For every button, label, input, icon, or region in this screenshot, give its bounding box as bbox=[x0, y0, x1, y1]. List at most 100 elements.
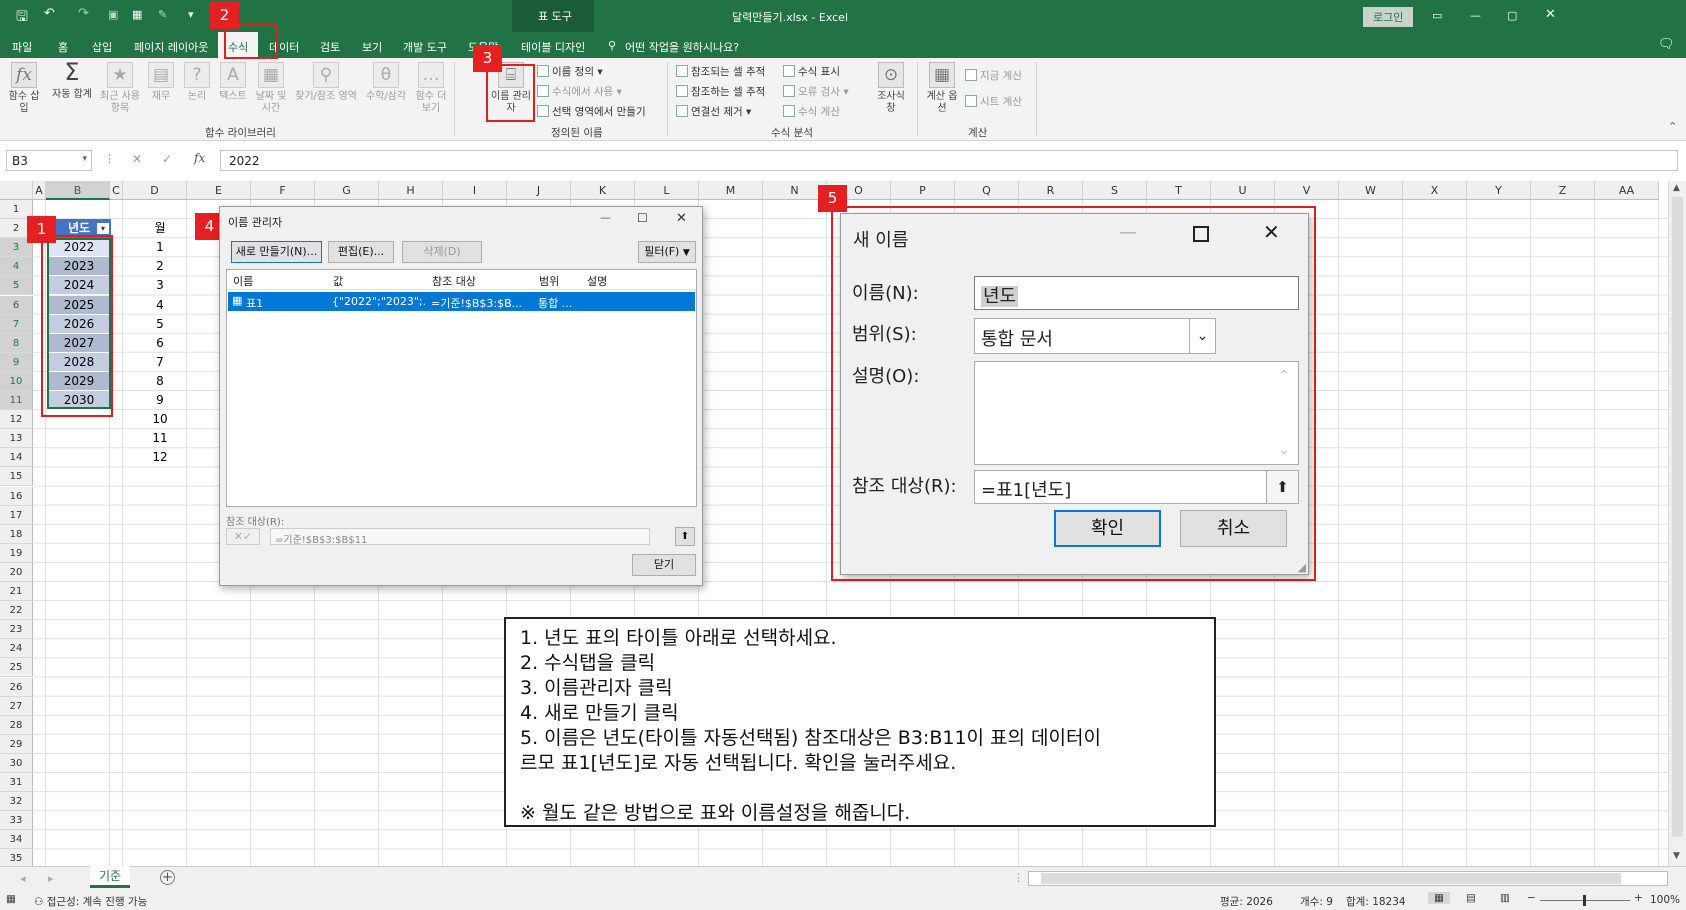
vertical-scrollbar[interactable]: ▲ ▼ bbox=[1668, 181, 1686, 866]
row-header[interactable]: 8 bbox=[0, 333, 33, 353]
column-header[interactable]: F bbox=[251, 181, 315, 200]
row-header[interactable]: 28 bbox=[0, 715, 33, 735]
row-header[interactable]: 29 bbox=[0, 734, 33, 754]
row-header[interactable]: 33 bbox=[0, 811, 33, 831]
column-header[interactable]: G bbox=[315, 181, 379, 200]
column-header[interactable]: V bbox=[1275, 181, 1339, 200]
accessibility-status[interactable]: ⚇ 접근성: 계속 진행 가능 bbox=[34, 894, 147, 909]
month-cell[interactable]: 11 bbox=[136, 429, 184, 448]
row-header[interactable]: 20 bbox=[0, 562, 33, 582]
scroll-down-icon[interactable]: ▼ bbox=[1673, 851, 1680, 861]
col-comment[interactable]: 설명 bbox=[587, 273, 607, 289]
month-cell[interactable]: 8 bbox=[136, 372, 184, 391]
tab-home[interactable]: 홈 bbox=[58, 39, 68, 55]
confirm-entry-icon[interactable]: ✓ bbox=[162, 152, 172, 166]
table-icon[interactable]: ▦ bbox=[132, 8, 142, 21]
name-row-selected[interactable]: ▦ 표1 {"2022";"2023";... =기준!$B$3:$B... 통… bbox=[228, 292, 695, 311]
macro-icon[interactable]: ▦ bbox=[6, 893, 16, 905]
month-cell[interactable]: 9 bbox=[136, 391, 184, 410]
edit-name-button[interactable]: 편집(E)... bbox=[328, 241, 394, 263]
row-header[interactable]: 11 bbox=[0, 391, 33, 411]
row-header[interactable]: 27 bbox=[0, 696, 33, 716]
column-header[interactable]: P bbox=[891, 181, 955, 200]
show-formulas-button[interactable]: 수식 표시 bbox=[783, 64, 840, 79]
create-from-selection-button[interactable]: 선택 영역에서 만들기 bbox=[537, 104, 646, 119]
trace-precedents-button[interactable]: 참조되는 셀 추적 bbox=[676, 64, 765, 79]
month-cell[interactable]: 1 bbox=[136, 238, 184, 257]
column-header[interactable]: A bbox=[33, 181, 46, 200]
refers-to-input[interactable]: =기준!$B$3:$B$11 bbox=[270, 528, 650, 546]
watch-window-button[interactable]: ⊙ 조사식 창 bbox=[874, 62, 908, 115]
scroll-right-icon[interactable]: ▸ bbox=[48, 872, 54, 885]
page-layout-view-icon[interactable]: ▤ bbox=[1466, 892, 1476, 904]
select-all-corner[interactable] bbox=[0, 181, 33, 200]
column-header[interactable]: M bbox=[699, 181, 763, 200]
save-icon[interactable]: 🖫 bbox=[16, 6, 28, 30]
col-value[interactable]: 값 bbox=[333, 273, 343, 289]
zoom-in-icon[interactable]: + bbox=[1634, 892, 1643, 904]
new-name-button[interactable]: 새로 만들기(N)... bbox=[231, 241, 322, 263]
row-header[interactable]: 26 bbox=[0, 677, 33, 697]
name-input[interactable]: 년도 bbox=[974, 276, 1299, 310]
row-header[interactable]: 22 bbox=[0, 601, 33, 621]
column-header[interactable]: D bbox=[123, 181, 187, 200]
customize-qat-icon[interactable]: ▾ bbox=[188, 8, 194, 21]
tab-table-design[interactable]: 테이블 디자인 bbox=[521, 39, 585, 55]
minimize-icon[interactable]: — bbox=[600, 211, 611, 224]
insert-function-button[interactable]: fx 함수 삽입 bbox=[6, 62, 42, 115]
close-window-icon[interactable]: ✕ bbox=[1545, 7, 1556, 22]
close-dialog-icon[interactable]: ✕ bbox=[1263, 220, 1280, 244]
trace-dependents-button[interactable]: 참조하는 셀 추적 bbox=[676, 84, 765, 99]
add-sheet-icon[interactable]: + bbox=[160, 870, 175, 885]
month-cell[interactable]: 4 bbox=[136, 296, 184, 315]
month-cell[interactable]: 12 bbox=[136, 448, 184, 467]
calc-sheet-button[interactable]: 시트 계산 bbox=[965, 94, 1022, 109]
close-dialog-icon[interactable]: ✕ bbox=[676, 211, 687, 226]
col-refers-to[interactable]: 참조 대상 bbox=[432, 273, 476, 289]
column-header[interactable]: W bbox=[1339, 181, 1403, 200]
zoom-level[interactable]: 100% bbox=[1650, 894, 1680, 906]
collapse-dialog-icon[interactable]: ⬆ bbox=[675, 527, 695, 546]
recently-used-button[interactable]: ★ 최근 사용 항목 bbox=[100, 62, 140, 115]
row-header[interactable]: 24 bbox=[0, 639, 33, 659]
column-header[interactable]: AA bbox=[1595, 181, 1659, 200]
date-time-button[interactable]: ▦ 날짜 및 시간 bbox=[254, 62, 288, 115]
minimize-icon[interactable]: — bbox=[1470, 9, 1481, 22]
tab-view[interactable]: 보기 bbox=[362, 39, 382, 55]
formula-input[interactable]: 2022 bbox=[220, 150, 1678, 171]
row-header[interactable]: 31 bbox=[0, 773, 33, 793]
financial-button[interactable]: ▤ 재무 bbox=[146, 62, 176, 103]
column-header[interactable]: C bbox=[110, 181, 123, 200]
scope-select[interactable]: 통합 문서 ⌄ bbox=[974, 318, 1216, 354]
row-header[interactable]: 7 bbox=[0, 314, 33, 334]
ok-button[interactable]: 확인 bbox=[1054, 510, 1161, 547]
comment-textarea[interactable]: ⌃ ⌄ bbox=[974, 361, 1299, 465]
row-header[interactable]: 34 bbox=[0, 830, 33, 850]
col-name[interactable]: 이름 bbox=[233, 273, 253, 289]
filter-button[interactable]: 필터(F) ▼ bbox=[638, 241, 696, 263]
column-header[interactable]: J bbox=[507, 181, 571, 200]
column-header[interactable]: B bbox=[46, 181, 110, 200]
calc-options-button[interactable]: ▦ 계산 옵션 bbox=[925, 62, 959, 115]
collapse-ribbon-icon[interactable]: ⌃ bbox=[1668, 120, 1677, 133]
row-header[interactable]: 19 bbox=[0, 543, 33, 563]
row-header[interactable]: 5 bbox=[0, 276, 33, 296]
delete-name-button[interactable]: 삭제(D) bbox=[402, 241, 482, 263]
column-header[interactable]: X bbox=[1403, 181, 1467, 200]
row-header[interactable]: 14 bbox=[0, 448, 33, 468]
row-header[interactable]: 13 bbox=[0, 429, 33, 449]
error-checking-button[interactable]: 오류 검사 ▾ bbox=[783, 84, 849, 99]
column-header[interactable]: U bbox=[1211, 181, 1275, 200]
evaluate-formula-button[interactable]: 수식 계산 bbox=[783, 104, 840, 119]
column-header[interactable]: T bbox=[1147, 181, 1211, 200]
scrollbar-thumb[interactable] bbox=[1672, 197, 1683, 837]
comments-icon[interactable]: 🗨 bbox=[1658, 37, 1675, 52]
cancel-button[interactable]: 취소 bbox=[1180, 510, 1287, 547]
column-header[interactable]: E bbox=[187, 181, 251, 200]
scrollbar-thumb[interactable] bbox=[1041, 873, 1621, 884]
undo-icon[interactable]: ↶ bbox=[44, 6, 55, 21]
names-list[interactable]: 이름 값 참조 대상 범위 설명 ▦ 표1 {"2022";"2023";...… bbox=[226, 269, 697, 507]
column-header[interactable]: L bbox=[635, 181, 699, 200]
name-box[interactable]: B3 ▾ bbox=[6, 150, 92, 171]
splitter-icon[interactable]: ⋮ bbox=[1013, 871, 1024, 884]
